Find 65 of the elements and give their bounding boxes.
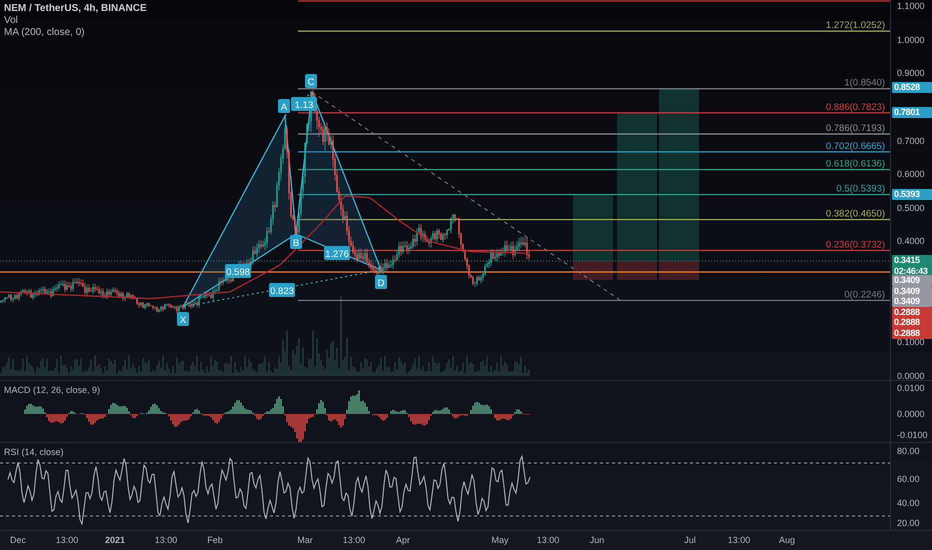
price-badge-value: 0.3409 <box>894 275 921 286</box>
time-tick: Aug <box>779 535 795 545</box>
pattern-point-label: A <box>278 99 290 113</box>
pattern-ratio-label: 0.598 <box>225 264 251 278</box>
price-tick: 0.7000 <box>897 134 925 147</box>
fib-level-label: 0.236(0.3732) <box>826 239 885 250</box>
indicator-label: Vol <box>4 15 19 27</box>
fib-level-label: 0.618(0.6136) <box>826 158 885 170</box>
price-badge-value: 0.2888 <box>894 328 921 339</box>
macd-tick: -0.0100 <box>897 429 928 441</box>
time-tick: May <box>492 535 508 545</box>
price-badge-value: 0.7801 <box>894 107 921 118</box>
pattern-point-label: C <box>305 74 317 88</box>
fib-level-label: 0(0.2246) <box>844 289 885 300</box>
fib-level-label: 0.5(0.5393) <box>836 184 885 195</box>
time-tick: Mar <box>297 535 313 545</box>
indicator-label: MA (200, close, 0) <box>4 27 86 39</box>
price-badge-value: 0.3409 <box>894 286 921 297</box>
fib-level-label: 0.786(0.7193) <box>826 123 885 134</box>
price-tick: 0.9000 <box>897 67 925 80</box>
rsi-title: RSI (14, close) <box>4 447 64 457</box>
pattern-point-label: X <box>177 312 189 326</box>
fib-level-label: 0.886(0.7823) <box>826 102 885 113</box>
rsi-tick: 80.00 <box>897 445 920 457</box>
time-tick: 2021 <box>104 535 126 545</box>
rsi-tick: 40.00 <box>897 497 920 509</box>
fib-level-label: 1.272(1.0252) <box>826 20 885 32</box>
time-tick: Dec <box>10 535 26 545</box>
price-tick: 0.6000 <box>897 168 925 180</box>
time-tick: 13:00 <box>536 535 560 545</box>
price-badge-value: 0.2888 <box>894 317 921 328</box>
pattern-point-label: D <box>375 275 387 289</box>
fib-level-label: 1(0.8540) <box>844 78 885 89</box>
pattern-ratio-label: 0.823 <box>269 283 295 297</box>
time-tick: 13:00 <box>56 535 78 545</box>
time-tick: 13:00 <box>728 535 750 545</box>
price-tick: 0.1000 <box>897 336 925 348</box>
price-badge-value: 0.3409 <box>894 296 921 307</box>
macd-tick: 0.0100 <box>897 382 925 394</box>
macd-title: MACD (12, 26, close, 9) <box>4 385 100 395</box>
price-tick: 1.1000 <box>897 0 925 12</box>
pattern-ratio-label: 1.276 <box>324 246 350 260</box>
price-badge-value: 0.8528 <box>894 82 921 93</box>
fib-level-label: 0.702(0.6665) <box>826 140 885 152</box>
time-tick: Jun <box>590 535 604 545</box>
price-tick: 1.0000 <box>897 34 925 46</box>
rsi-tick: 60.00 <box>897 473 920 485</box>
pattern-point-label: B <box>290 235 302 249</box>
pattern-ratio-label: 1.13 <box>291 97 317 111</box>
fib-level-label: 0.382(0.4650) <box>826 208 885 220</box>
time-tick: 13:00 <box>342 535 366 545</box>
price-badge-value: 0.3415 <box>894 255 921 266</box>
time-tick: Apr <box>396 535 410 545</box>
macd-tick: 0.0000 <box>897 408 925 420</box>
time-tick: Jul <box>684 535 696 545</box>
countdown-timer: 02:46:43 <box>894 266 929 276</box>
price-tick: 0.5000 <box>897 202 925 214</box>
price-tick: 0.0000 <box>897 370 925 382</box>
rsi-tick: 20.00 <box>897 517 920 529</box>
time-tick: Feb <box>207 535 223 545</box>
price-tick: 0.4000 <box>897 235 925 248</box>
symbol-title: NEM / TetherUS, 4h, BINANCE <box>4 3 147 15</box>
price-badge-value: 0.5393 <box>894 189 921 200</box>
price-badge-value: 0.2888 <box>894 307 921 318</box>
time-tick: 13:00 <box>154 535 178 545</box>
